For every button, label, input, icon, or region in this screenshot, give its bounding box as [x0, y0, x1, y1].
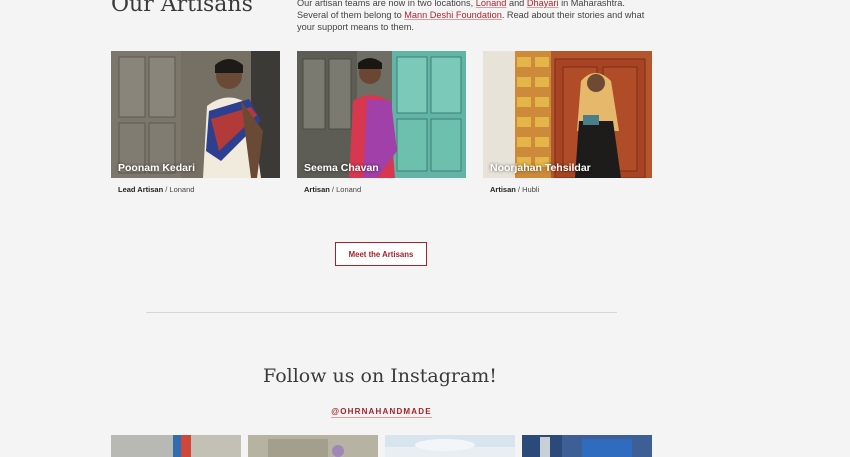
- instagram-post[interactable]: [248, 435, 378, 457]
- artisan-location: Lonand: [169, 185, 195, 194]
- instagram-handle-link[interactable]: @OHRNAHANDMADE: [0, 407, 763, 418]
- section-intro: Our artisan teams are now in two locatio…: [297, 0, 652, 34]
- meet-artisans-button[interactable]: Meet the Artisans: [335, 242, 427, 266]
- artisan-photo[interactable]: Noorjahan Tehsildar: [483, 51, 652, 178]
- section-divider: [146, 312, 617, 313]
- instagram-post[interactable]: [385, 435, 515, 457]
- artisan-photo[interactable]: Poonam Kedari: [111, 51, 280, 178]
- instagram-title: Follow us on Instagram!: [263, 365, 497, 387]
- instagram-post[interactable]: [522, 435, 652, 457]
- section-title: Our Artisans: [111, 0, 253, 17]
- artisan-role: Artisan: [304, 185, 330, 194]
- artisan-card[interactable]: Poonam Kedari Lead Artisan / Lonand: [111, 51, 280, 194]
- intro-text: Our artisan teams are now in two locatio…: [297, 0, 476, 8]
- artisan-name: Seema Chavan: [304, 162, 379, 174]
- instagram-handle[interactable]: @OHRNAHANDMADE: [331, 407, 432, 418]
- mann-deshi-link[interactable]: Mann Deshi Foundation: [404, 10, 502, 20]
- artisan-card[interactable]: Noorjahan Tehsildar Artisan / Hubli: [483, 51, 652, 194]
- artisan-role: Lead Artisan: [118, 185, 164, 194]
- dhayari-link[interactable]: Dhayari: [527, 0, 559, 8]
- artisan-name: Noorjahan Tehsildar: [490, 162, 591, 174]
- artisan-photo[interactable]: Seema Chavan: [297, 51, 466, 178]
- artisan-name: Poonam Kedari: [118, 162, 196, 174]
- artisan-role-line: Lead Artisan / Lonand: [118, 185, 280, 194]
- artisan-role-line: Artisan / Lonand: [304, 185, 466, 194]
- artisan-role-line: Artisan / Hubli: [490, 185, 652, 194]
- artisan-role: Artisan: [490, 185, 516, 194]
- artisan-location: Lonand: [336, 185, 362, 194]
- artisan-card[interactable]: Seema Chavan Artisan / Lonand: [297, 51, 466, 194]
- instagram-post[interactable]: [111, 435, 241, 457]
- lonand-link[interactable]: Lonand: [476, 0, 507, 8]
- artisan-location: Hubli: [522, 185, 540, 194]
- intro-text: and: [506, 0, 527, 8]
